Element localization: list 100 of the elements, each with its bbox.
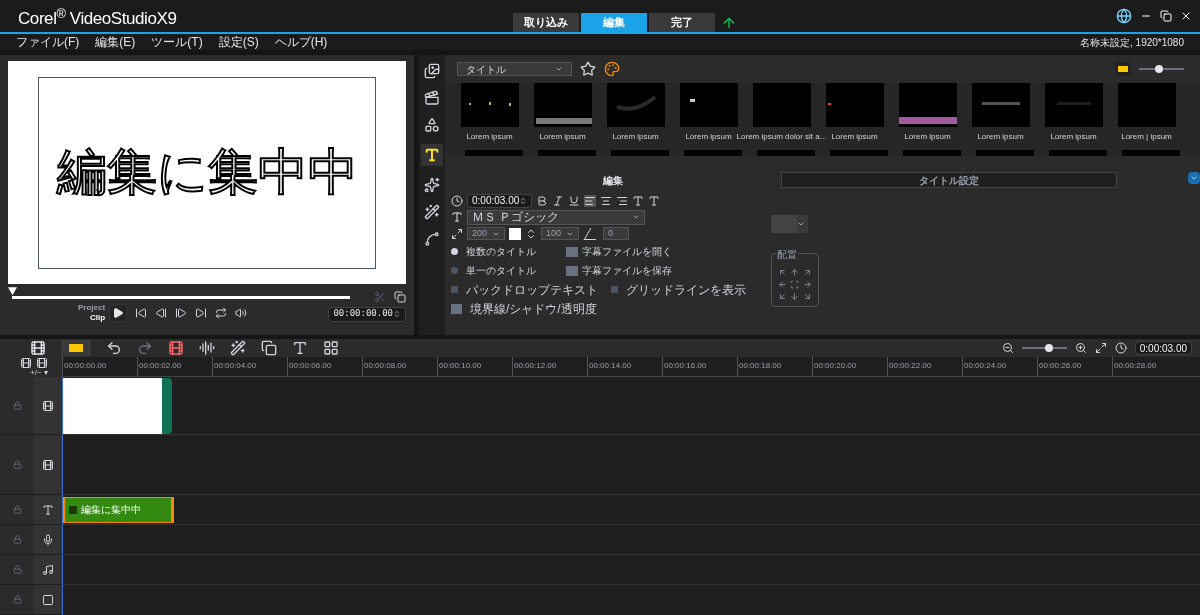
align-arrow-icon[interactable] [803, 291, 813, 301]
redo-icon[interactable] [137, 340, 153, 357]
play-button[interactable] [109, 304, 128, 323]
mode-tab[interactable]: 完了 [649, 13, 715, 33]
title-thumbnail[interactable] [1044, 83, 1103, 128]
step-back-icon[interactable] [155, 307, 168, 320]
zoom-in-icon[interactable] [1074, 342, 1087, 355]
scrub-handle[interactable] [8, 287, 17, 296]
menu-item[interactable]: 編集(E) [95, 33, 136, 52]
zoom-slider[interactable] [1021, 347, 1067, 350]
repeat-icon[interactable] [215, 307, 228, 320]
grid-icon[interactable] [323, 340, 339, 357]
align-right-icon[interactable] [616, 194, 629, 207]
project-duration-field[interactable]: 0:00:03.00 [1134, 341, 1192, 356]
add-favorite-icon[interactable] [580, 61, 596, 78]
line-spacing-dropdown[interactable]: 100 [541, 227, 579, 241]
align-left-icon[interactable] [584, 194, 597, 207]
title-mode-radio[interactable]: 単一のタイトル [451, 263, 566, 279]
title-thumbnail[interactable] [533, 83, 592, 128]
title-thumbnail[interactable] [679, 83, 738, 128]
go-to-end-icon[interactable] [195, 307, 208, 320]
palette-icon[interactable] [604, 61, 620, 78]
track-icon[interactable] [20, 357, 32, 369]
collapse-button[interactable] [1188, 172, 1200, 185]
zoom-thumb[interactable] [1044, 344, 1053, 353]
bold-icon[interactable] [536, 194, 549, 207]
subtitle-icon[interactable] [292, 340, 308, 357]
track-manager-button[interactable]: +/− ▾ [30, 369, 48, 377]
title-mode-radio[interactable]: 複数のタイトル [451, 244, 566, 260]
go-to-start-icon[interactable] [135, 307, 148, 320]
align-arrow-icon[interactable] [777, 279, 787, 289]
title-thumbnail[interactable] [1117, 83, 1176, 128]
thumbnail-size-slider[interactable] [1139, 68, 1184, 71]
video-clip[interactable] [62, 377, 172, 434]
timecode-field[interactable]: 00:00:00.00 [328, 306, 406, 322]
record-icon[interactable] [168, 340, 184, 357]
project-mode-label[interactable]: Project [78, 303, 106, 314]
menu-item[interactable]: ツール(T) [151, 33, 203, 52]
subtitle-file-button[interactable]: 字幕ファイルを開く [566, 244, 672, 260]
font-color-swatch[interactable] [509, 227, 521, 240]
align-arrow-icon[interactable] [803, 279, 813, 289]
spinner-icon[interactable] [393, 310, 401, 319]
underline-icon[interactable] [568, 194, 581, 207]
title-thumbnail[interactable] [606, 83, 665, 128]
font-size-dropdown[interactable]: 200 [467, 227, 505, 241]
align-arrow-icon[interactable] [790, 279, 800, 289]
category-dropdown[interactable]: タイトル [457, 62, 572, 77]
fit-project-icon[interactable] [1094, 342, 1107, 355]
align-arrow-icon[interactable] [790, 291, 800, 301]
mode-tab[interactable]: 取り込み [513, 13, 579, 33]
align-arrow-icon[interactable] [790, 267, 800, 277]
duration-field[interactable]: 0:00:03.00 [467, 193, 533, 208]
align-arrow-icon[interactable] [777, 291, 787, 301]
spinner-icon[interactable] [519, 196, 528, 205]
title-clip[interactable]: 編集に集中中 [62, 496, 174, 523]
clip-mode-label[interactable]: Clip [90, 313, 106, 324]
close-icon[interactable] [1180, 10, 1192, 22]
vertical-text-icon[interactable] [632, 194, 645, 207]
track-icon[interactable] [36, 357, 48, 369]
undo-icon[interactable] [106, 340, 122, 357]
path-icon[interactable] [424, 231, 440, 248]
restore-icon[interactable] [1160, 10, 1172, 22]
text-direction-icon[interactable] [648, 194, 661, 207]
volume-icon[interactable] [235, 307, 248, 320]
globe-icon[interactable] [1116, 8, 1132, 24]
zoom-out-icon[interactable] [1001, 342, 1014, 355]
subtitle-file-button[interactable]: 字幕ファイルを保存 [566, 263, 672, 279]
overlapping-squares-icon[interactable] [261, 340, 277, 357]
title-tab[interactable] [421, 144, 443, 167]
font-dropdown[interactable]: ＭＳ Ｐゴシック [467, 209, 645, 225]
align-center-icon[interactable] [600, 194, 613, 207]
magic-wand-icon[interactable] [424, 204, 440, 221]
magic-wand-icon[interactable] [230, 340, 246, 357]
media-icon[interactable] [424, 63, 440, 80]
border-shadow-button[interactable]: 境界線/シャドウ/透明度 [451, 300, 751, 318]
step-forward-icon[interactable] [175, 307, 188, 320]
slider-thumb[interactable] [1155, 65, 1164, 74]
align-arrow-icon[interactable] [777, 267, 787, 277]
italic-icon[interactable] [552, 194, 565, 207]
menu-item[interactable]: ファイル(F) [16, 33, 80, 52]
options-tab[interactable]: タイトル設定 [781, 172, 1117, 189]
storyboard-view-icon[interactable] [30, 340, 46, 357]
align-arrow-icon[interactable] [803, 267, 813, 277]
title-thumbnail[interactable] [898, 83, 957, 128]
menu-item[interactable]: 設定(S) [218, 33, 259, 52]
title-thumbnail[interactable] [825, 83, 884, 128]
angle-field[interactable]: 0 [603, 227, 629, 241]
title-thumbnail[interactable] [752, 83, 811, 128]
timeline-view-button[interactable] [61, 340, 91, 357]
title-thumbnail[interactable] [460, 83, 519, 128]
enlarge-icon[interactable] [394, 290, 406, 303]
scrub-bar[interactable] [8, 287, 350, 300]
list-view-button[interactable] [1115, 62, 1131, 77]
option-checkbox[interactable]: グリッドラインを表示 [611, 280, 771, 299]
shapes-icon[interactable] [424, 117, 440, 134]
clapperboard-icon[interactable] [424, 90, 440, 107]
option-checkbox[interactable]: バックドロップテキスト [451, 280, 611, 299]
menu-item[interactable]: ヘルプ(H) [274, 33, 328, 52]
title-thumbnail[interactable] [971, 83, 1030, 128]
sparkles-icon[interactable] [424, 177, 440, 194]
